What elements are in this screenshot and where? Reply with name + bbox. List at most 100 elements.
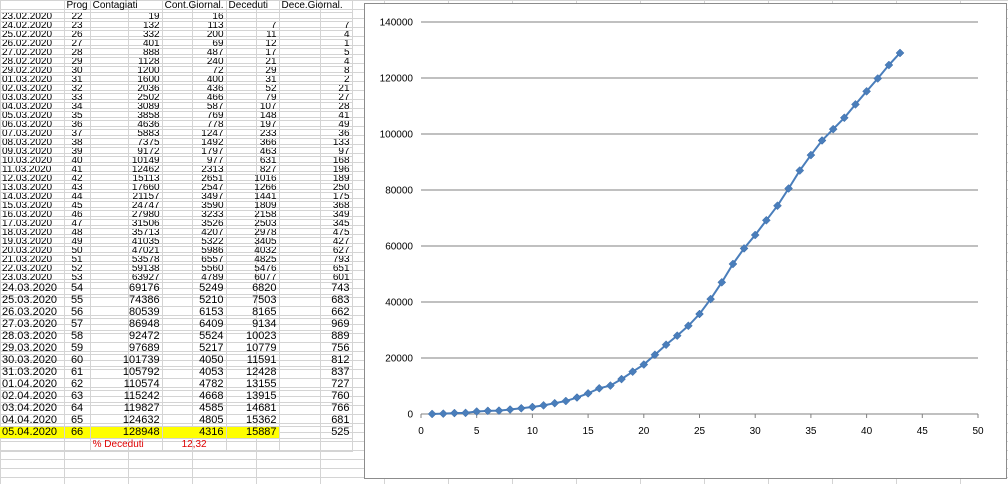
table-cell[interactable]: 651 (279, 264, 353, 274)
table-cell[interactable]: 52 (64, 264, 91, 274)
table-cell[interactable]: 28.02.2020 (0, 57, 65, 67)
table-cell[interactable]: 681 (279, 414, 353, 427)
table-cell[interactable]: 889 (279, 330, 353, 343)
table-cell[interactable]: 105792 (90, 366, 163, 379)
table-cell[interactable]: 366 (226, 138, 280, 148)
table-cell[interactable]: 793 (279, 255, 353, 265)
table-cell[interactable]: 12.03.2020 (0, 174, 65, 184)
table-cell[interactable]: 02.04.2020 (0, 390, 65, 403)
table-cell[interactable]: 38 (64, 138, 91, 148)
table-cell[interactable]: 12 (226, 39, 280, 49)
table-cell[interactable]: 23.03.2020 (0, 273, 65, 283)
table-cell[interactable]: 61 (64, 366, 91, 379)
table-cell[interactable]: 7503 (226, 294, 280, 307)
table-cell[interactable]: 10023 (226, 330, 280, 343)
table-cell[interactable]: 2313 (162, 165, 227, 175)
table-cell[interactable]: 189 (279, 174, 353, 184)
table-cell[interactable]: 3089 (90, 102, 163, 112)
table-cell[interactable]: 8165 (226, 306, 280, 319)
table-cell[interactable]: 778 (162, 120, 227, 130)
table-cell[interactable]: 6820 (226, 282, 280, 295)
table-cell[interactable]: 30 (64, 66, 91, 76)
table-cell[interactable]: 04.04.2020 (0, 414, 65, 427)
table-cell[interactable]: 14681 (226, 402, 280, 415)
table-cell[interactable]: 56 (64, 306, 91, 319)
table-cell[interactable]: 4585 (162, 402, 227, 415)
table-cell[interactable]: 332 (90, 30, 163, 40)
table-cell[interactable]: 463 (226, 147, 280, 157)
table-cell[interactable]: 21157 (90, 192, 163, 202)
table-cell[interactable]: 13155 (226, 378, 280, 391)
table-cell[interactable]: 69176 (90, 282, 163, 295)
table-cell[interactable]: 1 (279, 39, 353, 49)
table-cell[interactable]: 1492 (162, 138, 227, 148)
table-cell[interactable]: 662 (279, 306, 353, 319)
table-cell[interactable]: 3233 (162, 210, 227, 220)
table-cell[interactable]: 97689 (90, 342, 163, 355)
table-cell[interactable]: 837 (279, 366, 353, 379)
table-cell[interactable]: 631 (226, 156, 280, 166)
empty-cell[interactable] (279, 438, 353, 452)
table-cell[interactable]: 80539 (90, 306, 163, 319)
table-cell[interactable]: 08.03.2020 (0, 138, 65, 148)
table-cell[interactable]: 31 (64, 75, 91, 85)
table-cell[interactable]: 50 (64, 246, 91, 256)
table-cell[interactable]: 35 (64, 111, 91, 121)
table-cell[interactable]: 53578 (90, 255, 163, 265)
table-cell[interactable]: 24.02.2020 (0, 21, 65, 31)
table-cell[interactable]: 27980 (90, 210, 163, 220)
table-cell[interactable]: 79 (226, 93, 280, 103)
table-cell[interactable]: 110574 (90, 378, 163, 391)
table-cell[interactable]: 119827 (90, 402, 163, 415)
table-cell[interactable]: 52 (226, 84, 280, 94)
column-header[interactable]: Prog (64, 0, 91, 13)
table-cell[interactable]: 888 (90, 48, 163, 58)
table-cell[interactable]: 2502 (90, 93, 163, 103)
line-chart[interactable]: 0 20000 40000 60000 80000 100000 120000 140000 0… (364, 3, 1007, 479)
table-cell[interactable]: 197 (226, 120, 280, 130)
table-cell[interactable]: 2 (279, 75, 353, 85)
table-cell[interactable]: 27.02.2020 (0, 48, 65, 58)
table-cell[interactable]: 124632 (90, 414, 163, 427)
table-cell[interactable]: 27.03.2020 (0, 318, 65, 331)
data-point[interactable] (583, 388, 593, 398)
table-cell[interactable]: 54 (64, 282, 91, 295)
table-cell[interactable]: 2547 (162, 183, 227, 193)
table-cell[interactable]: 113 (162, 21, 227, 31)
table-cell[interactable]: 6409 (162, 318, 227, 331)
table-cell[interactable]: 53 (64, 273, 91, 283)
table-cell[interactable]: 2978 (226, 228, 280, 238)
table-cell[interactable]: 587 (162, 102, 227, 112)
table-cell[interactable]: 427 (279, 237, 353, 247)
table-cell[interactable]: 5986 (162, 246, 227, 256)
table-cell[interactable]: 17660 (90, 183, 163, 193)
data-point[interactable] (550, 398, 560, 408)
table-cell[interactable]: 39 (64, 147, 91, 157)
empty-cell[interactable] (226, 438, 280, 452)
table-cell[interactable]: 475 (279, 228, 353, 238)
empty-cell[interactable] (0, 438, 65, 452)
table-cell[interactable]: 3405 (226, 237, 280, 247)
table-cell[interactable]: 9172 (90, 147, 163, 157)
data-point[interactable] (561, 396, 571, 406)
table-cell[interactable] (226, 12, 280, 22)
table-cell[interactable]: 133 (279, 138, 353, 148)
table-cell[interactable]: 3526 (162, 219, 227, 229)
table-cell[interactable]: 627 (279, 246, 353, 256)
table-cell[interactable]: 766 (279, 402, 353, 415)
table-cell[interactable]: 27 (64, 39, 91, 49)
table-cell[interactable]: 60 (64, 354, 91, 367)
table-cell[interactable]: 41 (279, 111, 353, 121)
table-cell[interactable]: 15362 (226, 414, 280, 427)
table-cell[interactable]: 24747 (90, 201, 163, 211)
data-point[interactable] (438, 409, 448, 418)
table-cell[interactable]: 4789 (162, 273, 227, 283)
table-cell[interactable]: 57 (64, 318, 91, 331)
table-cell[interactable]: 6557 (162, 255, 227, 265)
table-cell[interactable]: 29 (226, 66, 280, 76)
table-cell[interactable]: 31 (226, 75, 280, 85)
table-cell[interactable]: 36 (64, 120, 91, 130)
table-cell[interactable]: 86948 (90, 318, 163, 331)
table-cell[interactable]: 23.02.2020 (0, 12, 65, 22)
table-cell[interactable]: 1600 (90, 75, 163, 85)
